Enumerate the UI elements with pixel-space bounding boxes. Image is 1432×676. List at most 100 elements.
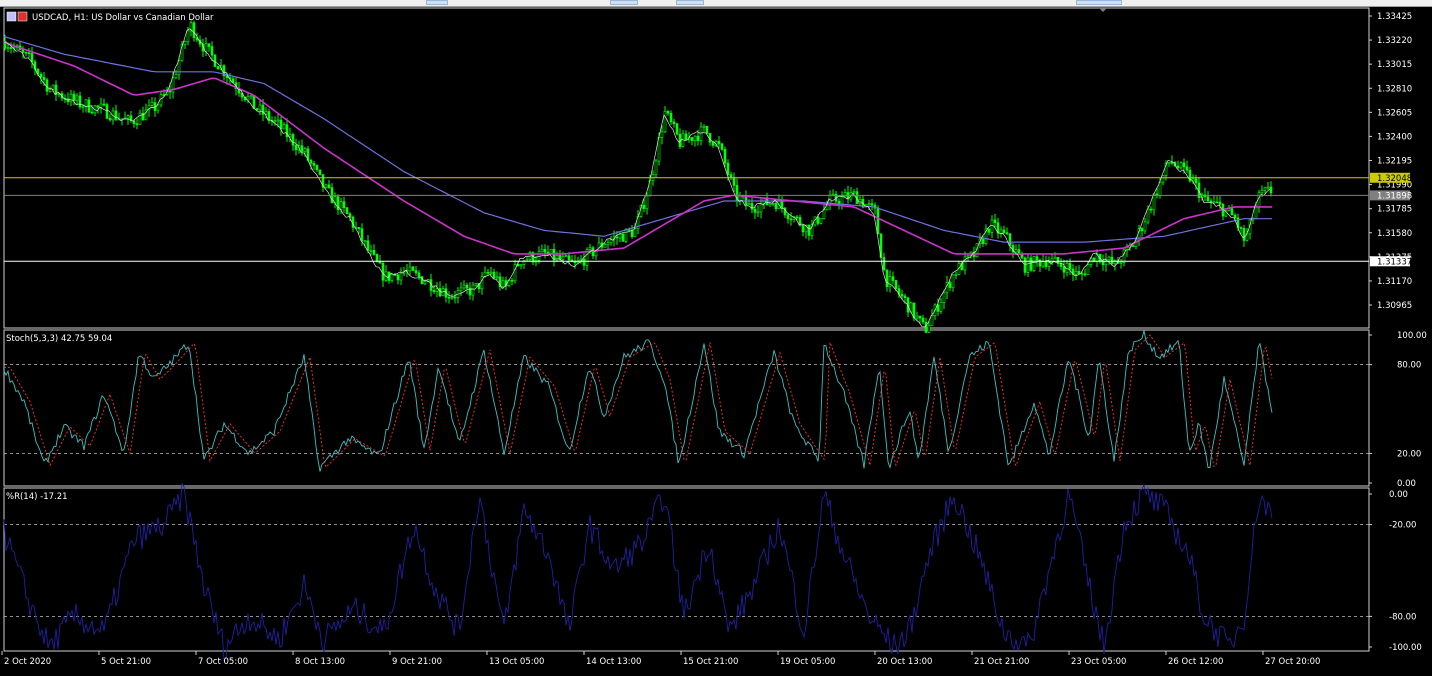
candle-body	[291, 134, 295, 146]
candle-body	[543, 249, 547, 253]
candle-body	[414, 270, 418, 274]
toolbar-button[interactable]	[1076, 0, 1122, 5]
candle-body	[249, 95, 253, 98]
candle-body	[840, 195, 844, 205]
candle-body	[720, 143, 724, 150]
time-axis-label: 15 Oct 21:00	[683, 657, 738, 667]
candle-body	[891, 276, 895, 281]
candle-body	[999, 229, 1003, 234]
candle-body	[216, 66, 220, 70]
candle-body	[903, 295, 907, 298]
candle-body	[852, 191, 856, 194]
time-axis-label: 8 Oct 13:00	[295, 657, 345, 667]
stoch-axis-label: 0.00	[1397, 479, 1416, 489]
lower-level-value: 1.31337	[1377, 257, 1412, 267]
upper-level-value: 1.32048	[1377, 174, 1412, 184]
candle-body	[561, 256, 565, 260]
candle-body	[672, 121, 676, 125]
candle-body	[615, 236, 619, 239]
candle-body	[1143, 221, 1147, 232]
candle-body	[801, 224, 805, 233]
candle-body	[108, 118, 112, 121]
candle-body	[870, 203, 874, 206]
candle-body	[951, 274, 955, 288]
candle-body	[993, 219, 997, 223]
candle-body	[690, 137, 694, 142]
wpr-label: %R(14) -17.21	[6, 492, 68, 502]
candle-body	[588, 247, 592, 250]
time-axis-label: 26 Oct 12:00	[1168, 657, 1223, 667]
candle-body	[675, 123, 679, 135]
candle-body	[1152, 193, 1156, 211]
candle-body	[69, 93, 73, 102]
candle-body	[1077, 271, 1081, 275]
candle-body	[771, 203, 775, 205]
chart-window[interactable]: 1.33425 1.33220 1.33015 1.32810 1.32605 1.324…	[0, 7, 1432, 672]
candle-body	[1008, 233, 1012, 246]
candle-body	[363, 240, 367, 243]
candle-body	[990, 219, 994, 233]
toolbar-button[interactable]	[676, 0, 704, 5]
price-axis-label: 1.31580	[1377, 229, 1412, 239]
candle-body	[273, 120, 277, 122]
candle-body	[396, 274, 400, 281]
current-price-value: 1.31898	[1377, 191, 1412, 201]
toolbar-button[interactable]	[426, 0, 448, 5]
candle-body	[399, 272, 403, 281]
wpr-panel[interactable]	[3, 487, 1370, 652]
candle-body	[894, 280, 898, 289]
candle-body	[867, 203, 871, 205]
candle-body	[1254, 206, 1258, 220]
candle-body	[723, 149, 727, 164]
candle-body	[1170, 161, 1174, 164]
candle-body	[159, 94, 163, 106]
candle-body	[930, 315, 934, 326]
candle-body	[573, 261, 577, 264]
price-axis-label: 1.32605	[1377, 108, 1412, 118]
candle-body	[1074, 271, 1078, 275]
stoch-axis-label: 100.00	[1397, 331, 1427, 341]
candle-body	[1194, 178, 1198, 184]
candle-body	[555, 255, 559, 261]
candle-body	[942, 292, 946, 303]
candle-body	[282, 124, 286, 130]
candle-body	[1161, 175, 1165, 183]
candle-body	[1167, 161, 1171, 164]
candle-body	[372, 249, 376, 255]
candle-body	[360, 228, 364, 242]
time-axis-label: 14 Oct 13:00	[586, 657, 641, 667]
candle-body	[357, 227, 361, 230]
time-axis-label: 2 Oct 2020	[4, 657, 51, 667]
candle-body	[309, 159, 313, 164]
candle-body	[1080, 273, 1084, 276]
candle-body	[303, 148, 307, 152]
candle-body	[1056, 256, 1060, 264]
candle-body	[684, 133, 688, 141]
candle-body	[276, 119, 280, 122]
candle-body	[1239, 227, 1243, 229]
candle-body	[96, 105, 100, 108]
candle-body	[1146, 208, 1150, 223]
price-panel[interactable]	[3, 7, 1370, 329]
candle-body	[48, 89, 52, 92]
candle-body	[738, 195, 742, 201]
wpr-axis-label: 0.00	[1389, 490, 1408, 500]
candle-body	[1032, 256, 1036, 271]
candle-body	[699, 126, 703, 141]
stoch-panel[interactable]	[3, 329, 1370, 487]
candle-body	[1041, 261, 1045, 267]
candle-body	[921, 317, 925, 323]
candle-body	[717, 140, 721, 145]
candle-body	[258, 104, 262, 111]
toolbar-button[interactable]	[610, 0, 638, 5]
time-axis-label: 9 Oct 21:00	[392, 657, 442, 667]
candle-body	[495, 276, 499, 279]
candle-body	[915, 315, 919, 319]
candle-body	[1233, 214, 1237, 219]
candle-body	[39, 73, 43, 78]
candle-body	[750, 203, 754, 210]
stoch-label: Stoch(5,3,3) 42.75 59.04	[6, 334, 112, 344]
candle-body	[138, 112, 142, 125]
candle-body	[465, 284, 469, 289]
candle-body	[807, 224, 811, 236]
